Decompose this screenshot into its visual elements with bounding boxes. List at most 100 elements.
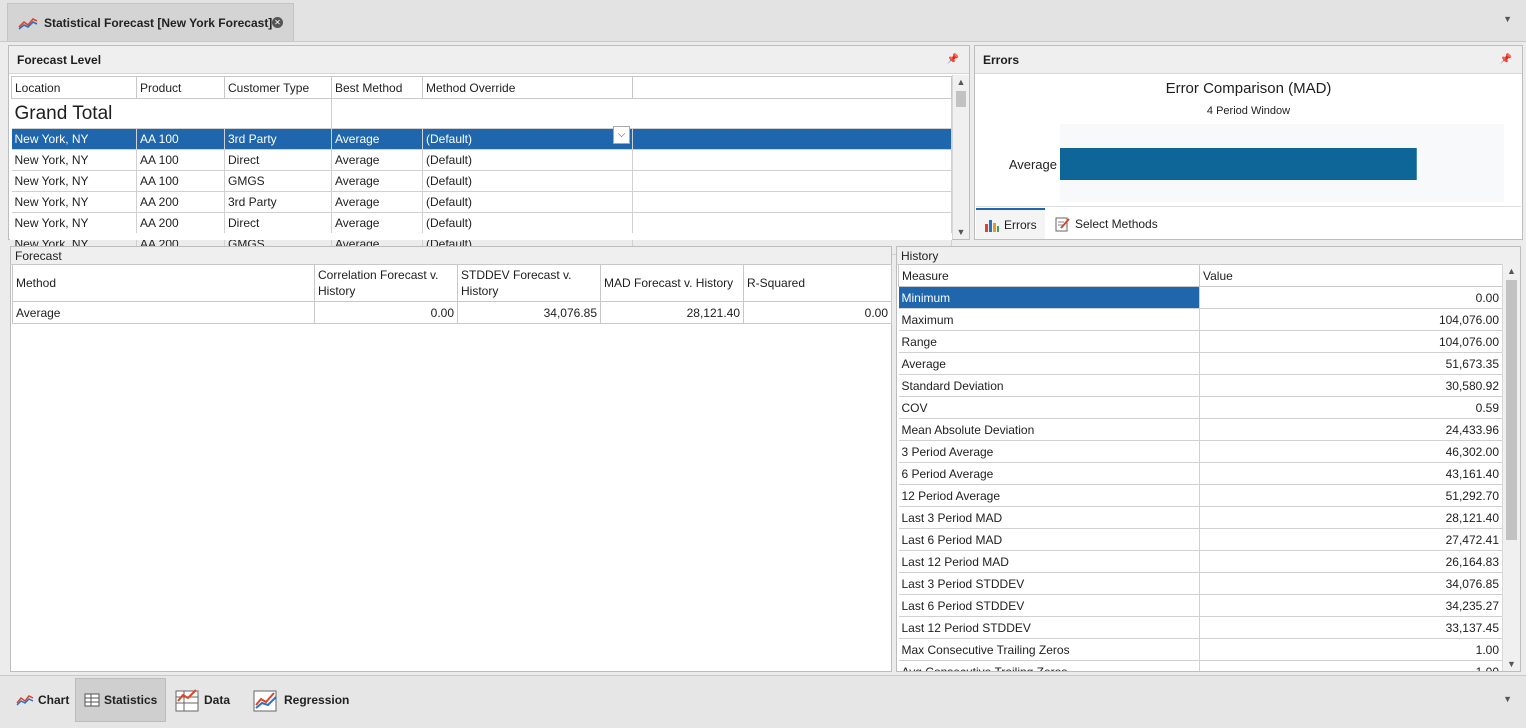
cell[interactable]: AA 100 — [136, 149, 225, 171]
value-cell[interactable]: 1.00 — [1199, 638, 1503, 661]
cell[interactable]: Average — [12, 301, 315, 324]
measure-cell[interactable]: Maximum — [898, 308, 1200, 331]
errors-tab[interactable]: Errors — [976, 208, 1045, 239]
cell[interactable]: New York, NY — [11, 212, 137, 234]
table-row[interactable]: Average 51,673.35 — [898, 352, 1503, 375]
measure-cell[interactable]: Minimum — [898, 286, 1200, 309]
scroll-up-icon[interactable]: ▲ — [1503, 264, 1520, 278]
cell[interactable]: AA 200 — [136, 191, 225, 213]
tab-regression[interactable]: Regression — [244, 678, 357, 722]
cell[interactable]: Average — [331, 149, 423, 171]
table-row[interactable]: Standard Deviation 30,580.92 — [898, 374, 1503, 397]
grand-total-label[interactable]: Grand Total — [11, 98, 332, 129]
pin-icon[interactable]: 📌 — [947, 54, 959, 65]
table-row[interactable]: Minimum 0.00 — [898, 286, 1503, 309]
scroll-thumb[interactable] — [1506, 280, 1517, 540]
chevron-down-icon[interactable]: ▼ — [1503, 14, 1512, 24]
column-header[interactable]: Customer Type — [224, 76, 332, 99]
table-row[interactable]: Last 6 Period MAD 27,472.41 — [898, 528, 1503, 551]
table-row[interactable]: New York, NY AA 100 Direct Average (Defa… — [11, 149, 952, 171]
measure-cell[interactable]: Avg Consecutive Trailing Zeros — [898, 660, 1200, 671]
cell[interactable]: Direct — [224, 149, 332, 171]
cell[interactable]: New York, NY — [11, 191, 137, 213]
cell[interactable]: AA 100 — [136, 170, 225, 192]
table-row[interactable]: New York, NY AA 200 3rd Party Average (D… — [11, 191, 952, 213]
cell[interactable]: Average — [331, 212, 423, 234]
value-cell[interactable]: 33,137.45 — [1199, 616, 1503, 639]
cell[interactable]: New York, NY — [11, 170, 137, 192]
value-cell[interactable]: 0.59 — [1199, 396, 1503, 419]
cell[interactable]: (Default) — [422, 212, 633, 234]
column-header[interactable]: Best Method — [331, 76, 423, 99]
value-cell[interactable]: 43,161.40 — [1199, 462, 1503, 485]
cell[interactable]: (Default) — [422, 149, 633, 171]
measure-cell[interactable]: Average — [898, 352, 1200, 375]
table-row[interactable]: Last 3 Period MAD 28,121.40 — [898, 506, 1503, 529]
measure-cell[interactable]: Last 12 Period MAD — [898, 550, 1200, 573]
value-cell[interactable]: 28,121.40 — [1199, 506, 1503, 529]
scroll-down-icon[interactable]: ▼ — [1503, 657, 1520, 671]
measure-cell[interactable]: Max Consecutive Trailing Zeros — [898, 638, 1200, 661]
column-header[interactable]: Value — [1199, 264, 1503, 287]
measure-cell[interactable]: Standard Deviation — [898, 374, 1200, 397]
column-header[interactable]: Correlation Forecast v. History — [314, 264, 458, 302]
chevron-down-icon[interactable]: ▼ — [1503, 694, 1512, 704]
tab-data[interactable]: Data — [166, 678, 238, 722]
table-row[interactable]: Maximum 104,076.00 — [898, 308, 1503, 331]
value-cell[interactable]: 34,235.27 — [1199, 594, 1503, 617]
method-override-cell[interactable]: (Default) — [422, 128, 633, 150]
value-cell[interactable]: 0.00 — [1199, 286, 1503, 309]
table-row[interactable]: 12 Period Average 51,292.70 — [898, 484, 1503, 507]
measure-cell[interactable]: Last 3 Period MAD — [898, 506, 1200, 529]
value-cell[interactable]: 27,472.41 — [1199, 528, 1503, 551]
scroll-down-icon[interactable]: ▼ — [953, 225, 969, 239]
cell[interactable]: AA 200 — [136, 212, 225, 234]
select-methods-tab[interactable]: Select Methods — [1050, 208, 1162, 239]
measure-cell[interactable]: Range — [898, 330, 1200, 353]
table-row[interactable]: Last 12 Period MAD 26,164.83 — [898, 550, 1503, 573]
value-cell[interactable]: 34,076.85 — [1199, 572, 1503, 595]
measure-cell[interactable]: 6 Period Average — [898, 462, 1200, 485]
measure-cell[interactable]: Last 12 Period STDDEV — [898, 616, 1200, 639]
value-cell[interactable]: 1.00 — [1199, 660, 1503, 671]
cell[interactable]: New York, NY — [11, 149, 137, 171]
scroll-up-icon[interactable]: ▲ — [953, 75, 969, 89]
measure-cell[interactable]: Last 6 Period STDDEV — [898, 594, 1200, 617]
table-row[interactable]: Last 3 Period STDDEV 34,076.85 — [898, 572, 1503, 595]
cell[interactable]: 3rd Party — [224, 191, 332, 213]
cell[interactable]: (Default) — [422, 191, 633, 213]
table-row[interactable]: Last 6 Period STDDEV 34,235.27 — [898, 594, 1503, 617]
column-header[interactable]: Location — [11, 76, 137, 99]
table-row[interactable]: COV 0.59 — [898, 396, 1503, 419]
value-cell[interactable]: 104,076.00 — [1199, 308, 1503, 331]
column-header[interactable]: Product — [136, 76, 225, 99]
column-header[interactable]: Measure — [898, 264, 1200, 287]
column-header[interactable]: R-Squared — [743, 264, 892, 302]
value-cell[interactable]: 24,433.96 — [1199, 418, 1503, 441]
table-row[interactable]: 6 Period Average 43,161.40 — [898, 462, 1503, 485]
cell[interactable]: 28,121.40 — [600, 301, 744, 324]
table-row[interactable]: Mean Absolute Deviation 24,433.96 — [898, 418, 1503, 441]
vertical-scrollbar[interactable]: ▲ ▼ — [1502, 264, 1520, 671]
cell[interactable]: (Default) — [422, 170, 633, 192]
table-row[interactable]: Range 104,076.00 — [898, 330, 1503, 353]
tab-statistics[interactable]: Statistics — [75, 678, 167, 722]
value-cell[interactable]: 51,673.35 — [1199, 352, 1503, 375]
table-row[interactable]: New York, NY AA 100 GMGS Average (Defaul… — [11, 170, 952, 192]
pin-icon[interactable]: 📌 — [1500, 54, 1512, 65]
table-row[interactable]: Average 0.00 34,076.85 28,121.40 0.00 — [12, 301, 892, 324]
method-override-dropdown[interactable]: ⌵ — [613, 126, 630, 144]
measure-cell[interactable]: Last 3 Period STDDEV — [898, 572, 1200, 595]
table-row[interactable]: New York, NY AA 100 3rd Party Average (D… — [11, 128, 952, 150]
measure-cell[interactable]: Last 6 Period MAD — [898, 528, 1200, 551]
scroll-thumb[interactable] — [956, 91, 966, 107]
cell[interactable]: AA 100 — [136, 128, 225, 150]
cell[interactable]: GMGS — [224, 170, 332, 192]
value-cell[interactable]: 46,302.00 — [1199, 440, 1503, 463]
table-row[interactable]: Max Consecutive Trailing Zeros 1.00 — [898, 638, 1503, 661]
table-row[interactable]: New York, NY AA 200 Direct Average (Defa… — [11, 212, 952, 234]
column-header[interactable]: MAD Forecast v. History — [600, 264, 744, 302]
table-row[interactable]: Avg Consecutive Trailing Zeros 1.00 — [898, 660, 1503, 671]
cell[interactable]: 34,076.85 — [457, 301, 601, 324]
close-icon[interactable]: ✕ — [272, 17, 283, 28]
